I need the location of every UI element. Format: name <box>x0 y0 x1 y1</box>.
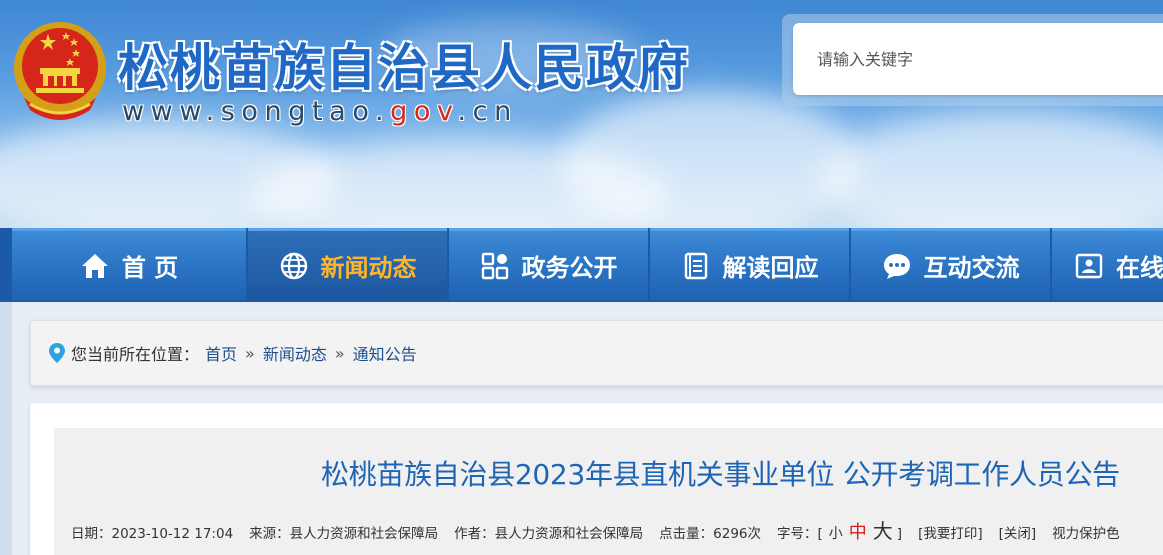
article-title: 松桃苗族自治县2023年县直机关事业单位 公开考调工作人员公告 <box>321 458 1120 491</box>
font-size-medium-button[interactable]: 中 <box>849 518 867 544</box>
chat-icon <box>883 253 910 279</box>
eye-protect-button[interactable]: 视力保护色 <box>1052 522 1120 542</box>
source-label: 来源： <box>249 526 290 542</box>
site-url: www.songtao.gov.cn <box>122 96 518 127</box>
breadcrumb-separator: » <box>245 343 255 363</box>
article-panel: 松桃苗族自治县2023年县直机关事业单位 公开考调工作人员公告 日期： 2023… <box>30 403 1163 555</box>
id-card-icon <box>1075 253 1103 278</box>
font-size-label: 字号：[ <box>777 526 823 542</box>
nav-item-label: 在线 <box>1116 254 1163 282</box>
nav-item-label: 新闻动态 <box>320 254 417 282</box>
location-pin-icon <box>49 343 65 363</box>
nav-item-label: 首 页 <box>121 254 179 282</box>
print-button[interactable]: [我要打印] <box>918 522 983 542</box>
site-url-suffix: .cn <box>457 96 518 127</box>
breadcrumb: 您当前所在位置： 首页 » 新闻动态 » 通知公告 <box>30 320 1163 386</box>
nav-edge <box>0 228 12 300</box>
nav-item-label: 政务公开 <box>521 254 618 282</box>
nav-item-label: 解读回应 <box>722 254 819 282</box>
home-icon <box>81 253 108 278</box>
nav-item-interaction[interactable]: 互动交流 <box>851 228 1050 300</box>
close-button[interactable]: [关闭] <box>999 522 1037 542</box>
cloud-decoration <box>820 110 1163 232</box>
nav-item-online[interactable]: 在线 <box>1052 228 1163 300</box>
date-label: 日期： <box>71 526 112 542</box>
breadcrumb-news-link[interactable]: 新闻动态 <box>263 341 327 365</box>
breadcrumb-separator: » <box>334 343 345 363</box>
breadcrumb-home-link[interactable]: 首页 <box>205 341 237 365</box>
author-value: 县人力资源和社会保障局 <box>494 526 644 542</box>
globe-icon <box>280 252 307 279</box>
font-size-large-button[interactable]: 大 <box>873 515 893 544</box>
nav-item-interpretation[interactable]: 解读回应 <box>650 228 849 300</box>
nav-item-news[interactable]: 新闻动态 <box>248 228 447 300</box>
article-meta: 日期： 2023-10-12 17:04 来源： 县人力资源和社会保障局 作者：… <box>71 515 1120 544</box>
nav-item-label: 互动交流 <box>923 254 1020 282</box>
site-url-gov: gov <box>390 96 458 127</box>
page-side-strip <box>0 302 12 555</box>
nav-item-home[interactable]: 首 页 <box>12 228 246 300</box>
source-value: 县人力资源和社会保障局 <box>289 526 439 542</box>
nav-item-gov-affairs[interactable]: 政务公开 <box>449 228 648 300</box>
site-title: 松桃苗族自治县人民政府 <box>118 39 690 97</box>
cloud-decoration <box>560 90 860 232</box>
grid-icon <box>481 252 508 279</box>
site-url-prefix: www.songtao. <box>122 96 391 127</box>
national-emblem-icon <box>14 22 106 120</box>
header-banner: 松桃苗族自治县人民政府 www.songtao.gov.cn <box>0 0 1163 232</box>
search-input[interactable] <box>793 23 1163 95</box>
font-size-end: ] <box>896 526 903 542</box>
views-label: 点击量： <box>659 526 714 542</box>
search-box <box>782 14 1163 106</box>
date-value: 2023-10-12 17:04 <box>111 526 234 542</box>
views-value: 6296次 <box>713 526 762 542</box>
author-label: 作者： <box>454 526 495 542</box>
breadcrumb-notice-link[interactable]: 通知公告 <box>353 341 417 365</box>
article-header: 松桃苗族自治县2023年县直机关事业单位 公开考调工作人员公告 日期： 2023… <box>54 428 1163 555</box>
main-nav: 首 页 新闻动态 政务公开 解读回应 互动交流 在线 <box>0 228 1163 302</box>
breadcrumb-prefix: 您当前所在位置： <box>71 345 200 364</box>
book-icon <box>684 252 707 279</box>
font-size-small-button[interactable]: 小 <box>829 523 843 543</box>
